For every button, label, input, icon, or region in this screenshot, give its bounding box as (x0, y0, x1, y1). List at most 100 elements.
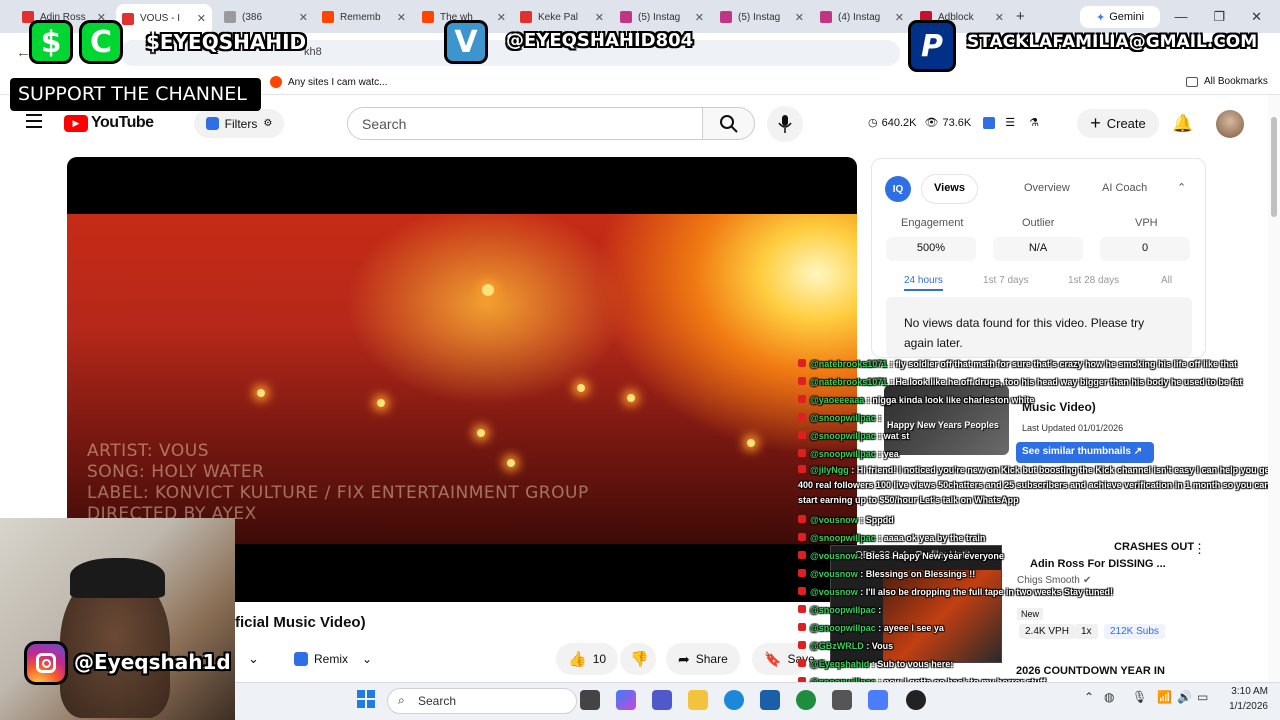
youtube-play-icon: ▶ (64, 114, 88, 132)
folder-icon (1186, 76, 1198, 87)
clock-time: 3:10 AM (1231, 686, 1268, 697)
browser-tab[interactable]: (5) Instag ✕ (614, 6, 710, 28)
tab-ai-coach[interactable]: AI Coach (1090, 175, 1159, 203)
wifi-icon[interactable]: 📶 (1157, 690, 1172, 704)
tab-favicon-icon (820, 11, 832, 23)
minimize-icon[interactable]: — (1174, 9, 1187, 24)
chat-text: ayeee I see ya (883, 623, 944, 633)
remix-button[interactable]: Remix ⌄ (282, 643, 385, 675)
tab-favicon-icon (322, 11, 334, 23)
tab-favicon-icon (422, 11, 434, 23)
close-window-icon[interactable]: ✕ (1251, 9, 1262, 25)
chat-username: @jilyNgg (810, 465, 849, 475)
tab-label: VOUS - I (140, 13, 181, 24)
obs-icon[interactable] (906, 690, 926, 710)
tab-favicon-icon (224, 11, 236, 23)
chat-separator: : (875, 623, 884, 633)
list-icon[interactable]: ☰ (1005, 116, 1015, 129)
chat-username: @natebrooks1071 (810, 359, 888, 369)
cashapp-logo: $ (29, 20, 73, 64)
channel-stats: ◷ 640.2K 👁 73.6K ☰ ⚗ (868, 116, 1039, 129)
credit-song: SONG: HOLY WATER (87, 462, 265, 482)
edge-icon[interactable] (724, 690, 744, 710)
chat-separator: : (875, 605, 882, 615)
tab-overview[interactable]: Overview (1012, 175, 1082, 203)
tab-close-icon[interactable]: ✕ (397, 11, 406, 24)
tab-close-icon[interactable]: ✕ (299, 11, 308, 24)
create-button[interactable]: + Create (1077, 109, 1159, 138)
flask-icon[interactable]: ⚗ (1029, 116, 1039, 129)
volume-icon[interactable]: 🔊 (1177, 690, 1192, 704)
youtube-logo[interactable]: ▶ YouTube (64, 114, 154, 132)
stat-eye: 73.6K (942, 116, 972, 129)
all-bookmarks[interactable]: All Bookmarks (1186, 76, 1268, 87)
collapse-icon[interactable]: ⌃ (1177, 181, 1186, 194)
taskbar-search[interactable]: ⌕ Search (387, 688, 577, 714)
teams-icon[interactable] (652, 690, 672, 710)
app-icon[interactable] (832, 690, 852, 710)
like-button[interactable]: 👍 10 (556, 643, 619, 675)
tab-views[interactable]: Views (922, 175, 977, 203)
menu-icon[interactable] (26, 114, 42, 128)
search-placeholder: Search (362, 116, 407, 132)
tab-close-icon[interactable]: ✕ (795, 11, 804, 24)
gemini-button[interactable]: ✦ Gemini (1080, 6, 1160, 28)
browser-tab[interactable]: (4) Instag ✕ (814, 6, 910, 28)
share-button[interactable]: ➦ Share (666, 643, 740, 675)
tab-close-icon[interactable]: ✕ (895, 11, 904, 24)
iq-icon[interactable] (983, 116, 996, 129)
avatar[interactable] (1216, 110, 1244, 138)
iq-icon (205, 117, 219, 130)
video-title: fficial Music Video) (230, 614, 366, 631)
store-icon[interactable] (760, 690, 780, 710)
window-controls: — ❐ ✕ (1174, 0, 1280, 33)
youtube-chat-icon (798, 449, 806, 457)
browser-tab[interactable]: (386 ✕ (218, 6, 314, 28)
filters-label: Filters (224, 116, 258, 131)
network-icon[interactable]: ◍ (1104, 690, 1114, 704)
browser-tab[interactable]: Keke Pal ✕ (514, 6, 610, 28)
youtube-chat-icon (798, 359, 806, 367)
tray-chevron-icon[interactable]: ⌃ (1084, 690, 1094, 704)
chat-message: @natebrooks1071 : He look like he off dr… (798, 373, 1276, 391)
range-7d[interactable]: 1st 7 days (983, 275, 1029, 286)
range-24h[interactable]: 24 hours (904, 275, 943, 291)
task-view-icon[interactable] (580, 690, 600, 710)
chat-username: @Eyeqshahid (810, 659, 870, 669)
voice-search-button[interactable] (767, 106, 803, 142)
tab-close-icon[interactable]: ✕ (595, 11, 604, 24)
chat-separator: : (875, 413, 882, 423)
browser-tab[interactable]: Rememb ✕ (316, 6, 412, 28)
search-input[interactable]: Search (347, 107, 703, 140)
tab-close-icon[interactable]: ✕ (197, 12, 206, 25)
tab-close-icon[interactable]: ✕ (695, 11, 704, 24)
browser-tab[interactable]: VOUS - I ✕ (116, 4, 212, 33)
bell-icon[interactable]: 🔔 (1172, 114, 1193, 134)
search-button[interactable] (703, 107, 755, 140)
new-tab-button[interactable]: + (1016, 8, 1025, 25)
cash-c-logo: C (79, 20, 123, 64)
system-clock[interactable]: 3:10 AM 1/1/2026 (1224, 684, 1268, 714)
app-icon[interactable] (868, 690, 888, 710)
bookmark-item[interactable]: Any sites I cam watc... (270, 76, 387, 88)
mic-icon[interactable]: 🎙 (1132, 690, 1147, 704)
chat-username: @snoopwillpac (810, 449, 876, 459)
chevron-down-icon[interactable]: ⌄ (248, 651, 259, 667)
start-icon[interactable] (357, 690, 375, 708)
range-28d[interactable]: 1st 28 days (1068, 275, 1119, 286)
battery-icon[interactable]: ▭ (1197, 690, 1208, 704)
restore-icon[interactable]: ❐ (1213, 9, 1225, 25)
copilot-icon[interactable] (616, 690, 636, 710)
chrome-icon[interactable] (796, 690, 816, 710)
browser-tab[interactable]: (5) Instag ✕ (714, 6, 810, 28)
filters-button[interactable]: Filters ⚙ (194, 109, 284, 138)
tab-close-icon[interactable]: ✕ (497, 11, 506, 24)
range-all[interactable]: All (1161, 275, 1172, 286)
vidiq-panel: IQ Views Overview AI Coach ⌃ Engagement … (871, 158, 1206, 358)
tab-close-icon[interactable]: ✕ (995, 11, 1004, 24)
dislike-button[interactable]: 👎 (620, 643, 656, 675)
scrollbar-thumb[interactable] (1271, 117, 1277, 217)
tab-favicon-icon (720, 11, 732, 23)
youtube-chat-icon (798, 659, 806, 667)
file-explorer-icon[interactable] (688, 690, 708, 710)
